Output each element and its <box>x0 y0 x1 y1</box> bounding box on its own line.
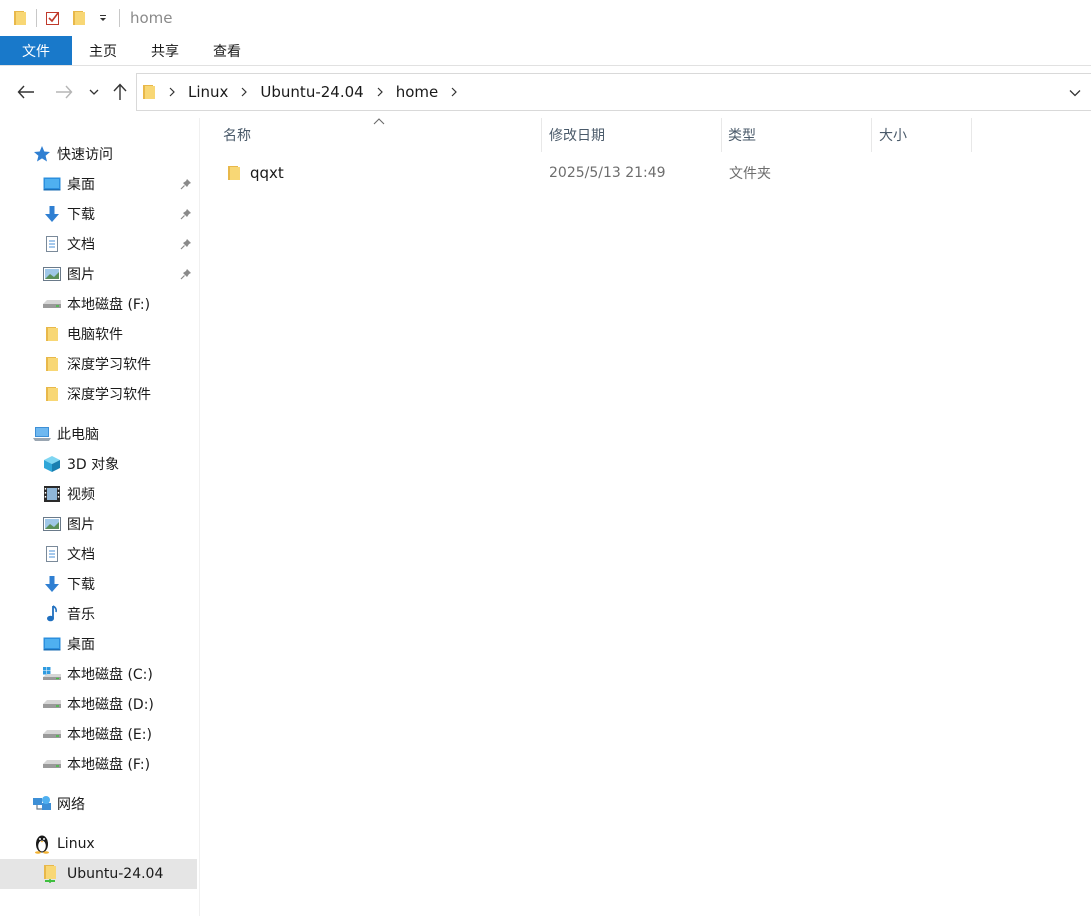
column-divider[interactable] <box>871 118 872 152</box>
column-divider[interactable] <box>721 118 722 152</box>
tab-file[interactable]: 文件 <box>0 36 72 65</box>
up-button[interactable] <box>105 77 135 107</box>
new-folder-icon[interactable] <box>71 9 87 27</box>
nav-quick-folder-dl-software[interactable]: 深度学习软件 <box>0 349 197 379</box>
document-icon <box>42 544 62 564</box>
table-row[interactable]: qqxt 2025/5/13 21:49 文件夹 <box>221 158 981 188</box>
nav-quick-drive-f[interactable]: 本地磁盘 (F:) <box>0 289 197 319</box>
column-header-name[interactable]: 名称 <box>223 118 541 152</box>
pictures-icon <box>42 264 62 284</box>
column-header-type[interactable]: 类型 <box>728 118 871 152</box>
column-divider[interactable] <box>971 118 972 152</box>
column-header-size[interactable]: 大小 <box>879 118 971 152</box>
folder-icon <box>42 324 62 344</box>
pin-icon[interactable] <box>179 177 193 191</box>
window-title: home <box>130 9 173 27</box>
back-button[interactable] <box>11 77 41 107</box>
desktop-icon <box>42 634 62 654</box>
drive-icon <box>42 694 62 714</box>
folder-icon <box>142 84 156 100</box>
nav-quick-desktop[interactable]: 桌面 <box>0 169 197 199</box>
nav-pc-music[interactable]: 音乐 <box>0 599 197 629</box>
nav-quick-folder-software[interactable]: 电脑软件 <box>0 319 197 349</box>
nav-network[interactable]: 网络 <box>0 789 197 819</box>
nav-linux[interactable]: Linux <box>0 829 197 859</box>
nav-pc-drive-d[interactable]: 本地磁盘 (D:) <box>0 689 197 719</box>
pin-icon[interactable] <box>179 207 193 221</box>
drive-icon <box>42 724 62 744</box>
navigation-pane: 快速访问 桌面 下载 文档 图片 本地磁盘 (F:) 电脑软件 深度学习软件 深… <box>0 118 200 916</box>
chevron-right-icon[interactable] <box>237 85 251 99</box>
nav-pc-drive-f[interactable]: 本地磁盘 (F:) <box>0 749 197 779</box>
nav-pc-pictures[interactable]: 图片 <box>0 509 197 539</box>
tab-view[interactable]: 查看 <box>196 36 258 65</box>
pin-icon[interactable] <box>179 237 193 251</box>
cube-icon <box>42 454 62 474</box>
nav-linux-ubuntu[interactable]: Ubuntu-24.04 <box>0 859 197 889</box>
star-icon <box>32 144 52 164</box>
column-divider[interactable] <box>541 118 542 152</box>
folder-icon <box>227 158 241 188</box>
document-icon <box>42 234 62 254</box>
divider <box>119 9 120 27</box>
nav-quick-documents[interactable]: 文档 <box>0 229 197 259</box>
music-note-icon <box>42 604 62 624</box>
column-header-modified[interactable]: 修改日期 <box>549 118 721 152</box>
tab-home[interactable]: 主页 <box>72 36 134 65</box>
network-icon <box>32 794 52 814</box>
windows-drive-icon <box>42 664 62 684</box>
file-list: 名称 修改日期 类型 大小 qqxt 2025/5/13 21:49 文件夹 <box>201 118 1091 916</box>
chevron-right-icon[interactable] <box>373 85 387 99</box>
pictures-icon <box>42 514 62 534</box>
properties-icon[interactable] <box>45 9 61 27</box>
breadcrumb-ubuntu[interactable]: Ubuntu-24.04 <box>260 83 363 101</box>
nav-quick-pictures[interactable]: 图片 <box>0 259 197 289</box>
desktop-icon <box>42 174 62 194</box>
download-icon <box>42 574 62 594</box>
film-icon <box>42 484 62 504</box>
nav-pc-drive-c[interactable]: 本地磁盘 (C:) <box>0 659 197 689</box>
nav-pc-3d-objects[interactable]: 3D 对象 <box>0 449 197 479</box>
folder-icon <box>12 9 28 27</box>
file-modified: 2025/5/13 21:49 <box>549 165 666 181</box>
forward-button[interactable] <box>49 77 79 107</box>
file-name[interactable]: qqxt <box>250 158 284 188</box>
nav-quick-access[interactable]: 快速访问 <box>0 139 197 169</box>
title-bar: home <box>0 0 1091 36</box>
quick-access-dropdown-icon[interactable] <box>95 9 111 27</box>
download-icon <box>42 204 62 224</box>
tab-share[interactable]: 共享 <box>134 36 196 65</box>
nav-pc-drive-e[interactable]: 本地磁盘 (E:) <box>0 719 197 749</box>
nav-pc-desktop[interactable]: 桌面 <box>0 629 197 659</box>
nav-pc-videos[interactable]: 视频 <box>0 479 197 509</box>
address-bar[interactable]: Linux Ubuntu-24.04 home <box>136 73 1091 111</box>
pin-icon[interactable] <box>179 267 193 281</box>
nav-quick-folder-dl-software-2[interactable]: 深度学习软件 <box>0 379 197 409</box>
divider <box>36 9 37 27</box>
chevron-right-icon[interactable] <box>165 85 179 99</box>
drive-icon <box>42 294 62 314</box>
nav-pc-documents[interactable]: 文档 <box>0 539 197 569</box>
drive-icon <box>42 754 62 774</box>
navigation-bar: Linux Ubuntu-24.04 home <box>0 66 1091 118</box>
folder-icon <box>42 354 62 374</box>
recent-locations-button[interactable] <box>80 77 108 107</box>
nav-pc-downloads[interactable]: 下载 <box>0 569 197 599</box>
computer-icon <box>32 424 52 444</box>
address-history-dropdown[interactable] <box>1065 84 1085 102</box>
file-type: 文件夹 <box>729 166 771 182</box>
breadcrumb-linux[interactable]: Linux <box>188 83 228 101</box>
folder-icon <box>42 384 62 404</box>
nav-this-pc[interactable]: 此电脑 <box>0 419 197 449</box>
ribbon-tabs: 文件 主页 共享 查看 <box>0 36 1091 66</box>
chevron-right-icon[interactable] <box>447 85 461 99</box>
breadcrumb-home[interactable]: home <box>396 83 439 101</box>
linux-penguin-icon <box>32 834 52 854</box>
network-folder-icon <box>40 864 60 884</box>
nav-quick-downloads[interactable]: 下载 <box>0 199 197 229</box>
